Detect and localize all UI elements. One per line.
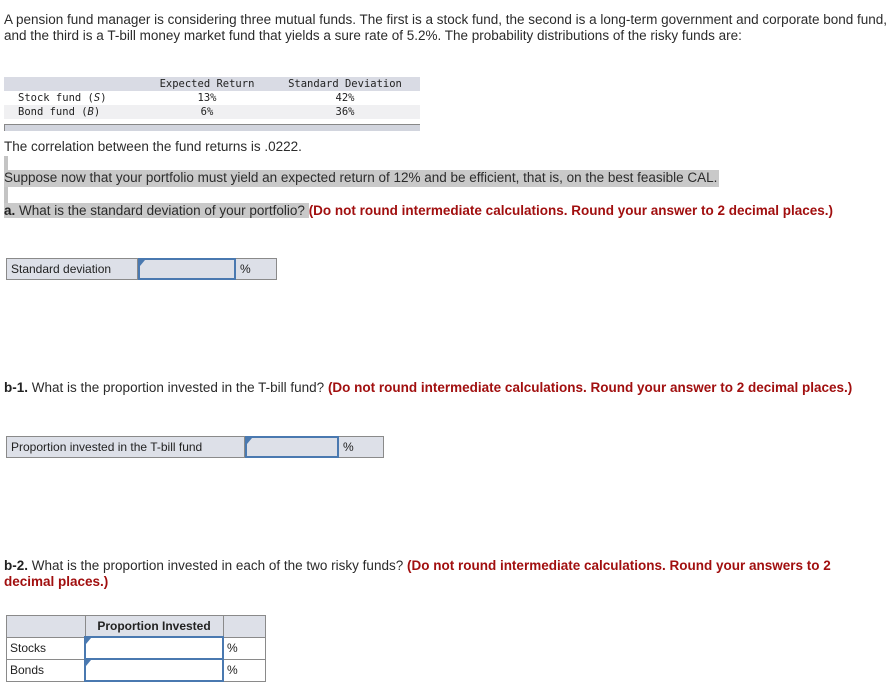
- question-a-label: a.: [4, 203, 16, 218]
- fund-name: Bond fund (B): [4, 105, 144, 119]
- fund-expected-return: 6%: [144, 105, 270, 119]
- fund-std-dev: 42%: [335, 92, 355, 104]
- proportion-header-unit-blank: [222, 615, 266, 638]
- row-label: Stocks: [6, 636, 86, 660]
- bonds-proportion-input[interactable]: [84, 658, 224, 682]
- proportion-table-header: Proportion Invested: [6, 615, 266, 638]
- input-flag-icon: [86, 638, 91, 644]
- proportion-header-blank: [6, 615, 86, 638]
- input-flag-icon: [247, 438, 252, 444]
- header-expected-return: Expected Return: [144, 77, 270, 91]
- question-b2: b-2. What is the proportion invested in …: [4, 558, 884, 590]
- proportion-row-stocks: Stocks %: [6, 636, 266, 660]
- std-dev-answer-row: Standard deviation %: [6, 258, 277, 280]
- std-dev-input[interactable]: [138, 258, 236, 280]
- std-dev-label: Standard deviation: [7, 259, 138, 279]
- question-b1: b-1. What is the proportion invested in …: [4, 380, 874, 396]
- header-standard-deviation: Standard Deviation: [270, 77, 420, 91]
- question-a: a. What is the standard deviation of you…: [4, 203, 884, 219]
- question-b2-label: b-2.: [4, 558, 29, 573]
- proportion-row-bonds: Bonds %: [6, 658, 266, 682]
- question-b1-label: b-1.: [4, 380, 29, 395]
- question-b2-text: What is the proportion invested in each …: [28, 558, 407, 573]
- correlation-text: The correlation between the fund returns…: [4, 139, 302, 154]
- proportion-header: Proportion Invested: [84, 615, 224, 638]
- tbill-label: Proportion invested in the T-bill fund: [7, 437, 245, 457]
- fund-table-footer: [4, 124, 420, 131]
- tbill-unit: %: [343, 440, 354, 454]
- tbill-answer-row: Proportion invested in the T-bill fund %: [6, 436, 384, 458]
- row-unit: %: [222, 658, 266, 682]
- question-a-instruction: (Do not round intermediate calculations.…: [308, 203, 834, 218]
- fund-name: Stock fund (S): [18, 92, 107, 104]
- fund-table-header-blank: [4, 77, 144, 91]
- fund-row-stock: Stock fund (S) 13% 42%: [4, 91, 420, 105]
- question-b1-instruction: (Do not round intermediate calculations.…: [327, 380, 853, 395]
- row-label: Bonds: [6, 658, 86, 682]
- proportion-table: Proportion Invested Stocks % Bonds %: [6, 615, 266, 682]
- stocks-proportion-input[interactable]: [84, 636, 224, 660]
- fund-row-bond: Bond fund (B) 6% 36%: [4, 105, 420, 119]
- fund-table-header: Expected Return Standard Deviation: [4, 77, 420, 91]
- input-flag-icon: [86, 660, 91, 666]
- std-dev-unit: %: [240, 262, 251, 276]
- fund-table: Expected Return Standard Deviation Stock…: [4, 77, 420, 119]
- fund-expected-return: 13%: [197, 92, 217, 104]
- fund-std-dev: 36%: [270, 105, 420, 119]
- question-b1-text: What is the proportion invested in the T…: [28, 380, 328, 395]
- suppose-text: Suppose now that your portfolio must yie…: [4, 170, 720, 187]
- row-unit: %: [222, 636, 266, 660]
- input-flag-icon: [140, 260, 145, 266]
- tbill-input[interactable]: [245, 436, 339, 458]
- question-a-text: What is the standard deviation of your p…: [15, 203, 309, 218]
- problem-intro: A pension fund manager is considering th…: [4, 12, 888, 43]
